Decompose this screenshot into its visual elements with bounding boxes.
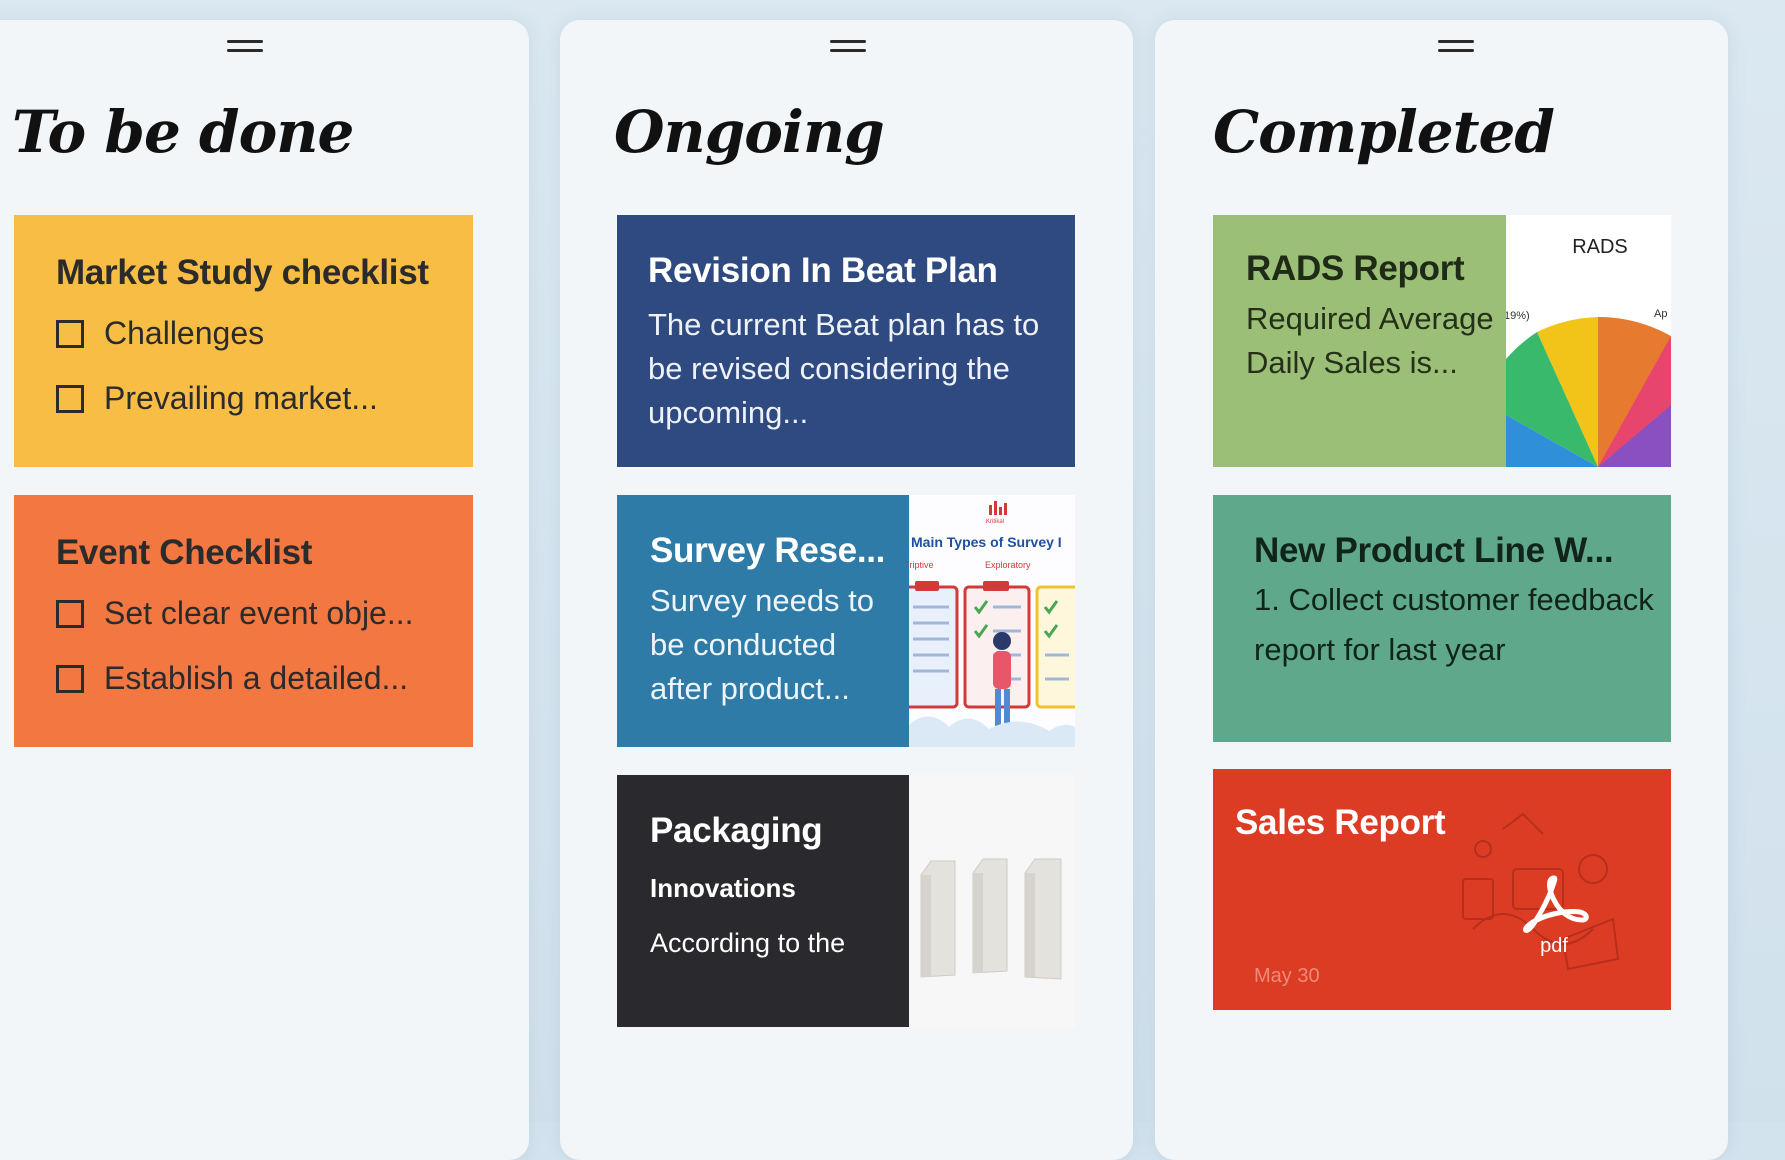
checklist-item-label: Challenges bbox=[104, 315, 265, 351]
thumbnail-chart-title: RADS bbox=[1572, 236, 1628, 258]
card-description: 1. Collect customer feedback report for … bbox=[1254, 582, 1654, 667]
file-type-label: pdf bbox=[1540, 935, 1568, 957]
survey-infographic-thumbnail: Kritikal Main Types of Survey I criptive… bbox=[909, 495, 1075, 747]
column-ongoing: Ongoing Revision In Beat Plan The curren… bbox=[560, 20, 1133, 1160]
card-sales-report[interactable]: Sales Report pdf May 30 bbox=[1213, 769, 1671, 1010]
kanban-board: To be done Market Study checklist Challe… bbox=[0, 0, 1785, 1160]
card-new-product-line[interactable]: New Product Line W... 1. Collect custome… bbox=[1213, 495, 1671, 742]
drag-handle-icon[interactable] bbox=[227, 40, 263, 52]
column-completed: Completed RADS Report Required Average D… bbox=[1155, 20, 1728, 1160]
card-title: Revision In Beat Plan bbox=[648, 251, 998, 290]
checkbox-icon[interactable] bbox=[56, 384, 84, 413]
packaging-thumbnail bbox=[909, 775, 1075, 1027]
checklist-item-label: Prevailing market... bbox=[104, 380, 378, 416]
card-description: Survey needs to be conducted after produ… bbox=[650, 583, 875, 706]
drag-handle-icon[interactable] bbox=[1438, 40, 1474, 52]
pdf-file-icon[interactable]: pdf bbox=[1518, 874, 1590, 957]
infographic-label: criptive bbox=[909, 560, 934, 570]
clipboard-icon bbox=[1035, 585, 1075, 709]
packaging-cartons-image bbox=[909, 775, 1075, 1027]
card-title: Packaging bbox=[650, 811, 823, 850]
checklist-item[interactable]: Establish a detailed... bbox=[56, 660, 456, 697]
card-description: Required Average Daily Sales is... bbox=[1246, 301, 1494, 380]
survey-infographic-image: Kritikal Main Types of Survey I criptive… bbox=[909, 495, 1075, 747]
thumbnail-chart-label: 19%) bbox=[1506, 310, 1530, 322]
card-description: The current Beat plan has to be revised … bbox=[648, 307, 1040, 430]
checklist-item-label: Establish a detailed... bbox=[104, 660, 409, 696]
clipboard-icon bbox=[909, 581, 959, 709]
checklist-item[interactable]: Challenges bbox=[56, 315, 456, 352]
checklist-item[interactable]: Prevailing market... bbox=[56, 380, 456, 417]
card-event-checklist[interactable]: Event Checklist Set clear event obje... … bbox=[14, 495, 473, 747]
logo-text: Kritikal bbox=[986, 519, 1004, 525]
checkbox-icon[interactable] bbox=[56, 599, 84, 628]
thumbnail-chart-label: Ap bbox=[1654, 308, 1667, 320]
card-survey-research[interactable]: Survey Rese... Survey needs to be conduc… bbox=[617, 495, 1075, 747]
checklist-item[interactable]: Set clear event obje... bbox=[56, 595, 456, 632]
column-title: Ongoing bbox=[614, 98, 885, 166]
column-title: To be done bbox=[12, 98, 354, 166]
card-title: Event Checklist bbox=[56, 533, 313, 572]
card-packaging[interactable]: Packaging Innovations According to the bbox=[617, 775, 1075, 1027]
card-date: May 30 bbox=[1254, 965, 1320, 987]
card-subtitle: Innovations bbox=[650, 873, 796, 903]
pie-chart-image: RADS 19%) Ap bbox=[1506, 215, 1671, 467]
checkbox-icon[interactable] bbox=[56, 664, 84, 693]
drag-handle-icon[interactable] bbox=[830, 40, 866, 52]
card-rads-report[interactable]: RADS Report Required Average Daily Sales… bbox=[1213, 215, 1671, 467]
card-title: RADS Report bbox=[1246, 249, 1465, 288]
card-revision-in-beat-plan[interactable]: Revision In Beat Plan The current Beat p… bbox=[617, 215, 1075, 467]
infographic-label: Exploratory bbox=[985, 560, 1031, 570]
checkbox-icon[interactable] bbox=[56, 319, 84, 348]
column-to-be-done: To be done Market Study checklist Challe… bbox=[0, 20, 529, 1160]
rads-chart-thumbnail: RADS 19%) Ap bbox=[1506, 215, 1671, 467]
card-market-study-checklist[interactable]: Market Study checklist Challenges Prevai… bbox=[14, 215, 473, 467]
column-title: Completed bbox=[1213, 98, 1555, 166]
card-description: According to the bbox=[650, 928, 846, 958]
card-title: Market Study checklist bbox=[56, 253, 429, 292]
card-title: New Product Line W... bbox=[1254, 531, 1614, 570]
card-title: Survey Rese... bbox=[650, 531, 886, 570]
acrobat-logo-icon bbox=[1523, 875, 1589, 933]
checklist-item-label: Set clear event obje... bbox=[104, 595, 414, 631]
infographic-heading: Main Types of Survey I bbox=[911, 534, 1062, 550]
